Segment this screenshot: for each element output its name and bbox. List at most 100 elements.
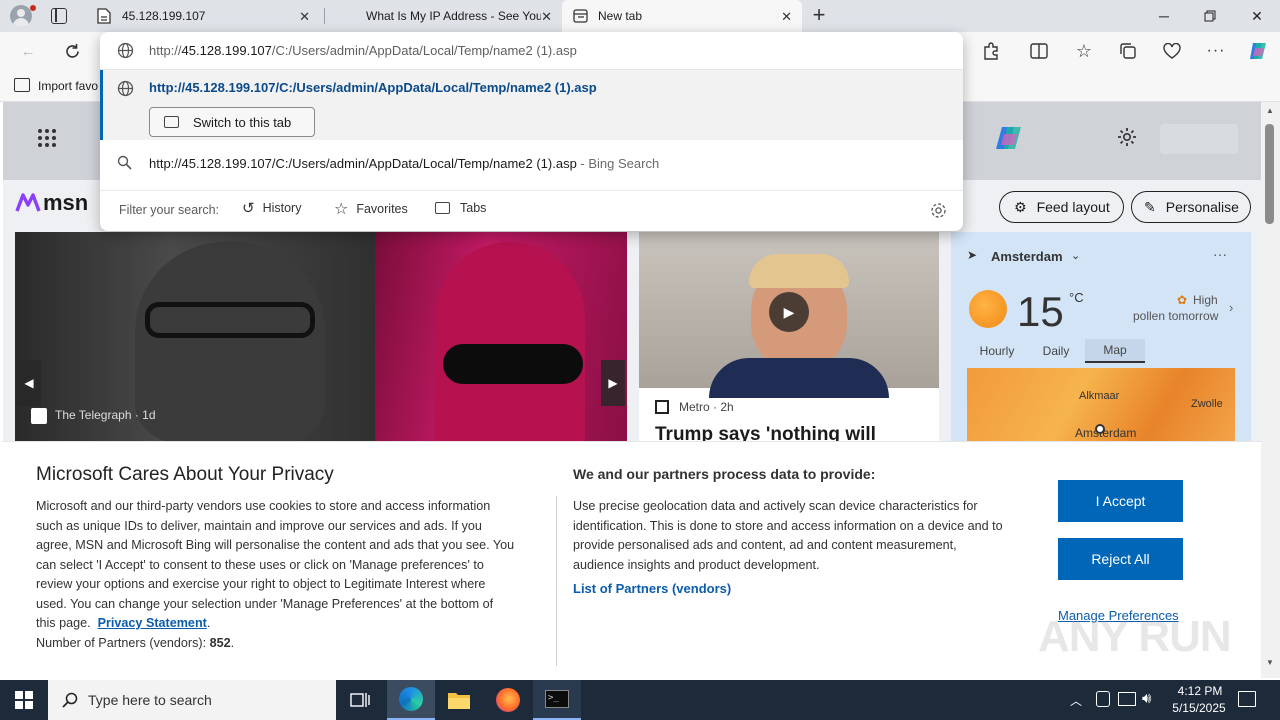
minimize-button[interactable]: ─ <box>1141 0 1187 32</box>
close-window-button[interactable]: ✕ <box>1234 0 1280 32</box>
extensions-icon[interactable] <box>980 40 1002 62</box>
taskbar-search-box[interactable]: Type here to search <box>48 680 336 720</box>
weather-card[interactable]: ➤ Amsterdam ⌄ ··· 15 °C ✿ High pollen to… <box>951 232 1251 442</box>
tab-3-active[interactable]: New tab ✕ <box>562 0 802 32</box>
processing-line: Use precise geolocation data and activel… <box>573 499 978 513</box>
tab-title: What Is My IP Address - See Your <box>366 9 541 23</box>
bing-search-row[interactable]: http://45.128.199.107/C:/Users/admin/App… <box>100 146 963 182</box>
filter-label: Filter your search: <box>119 203 220 217</box>
weather-tab-map[interactable]: Map <box>1085 339 1145 363</box>
start-button[interactable] <box>0 680 48 720</box>
import-favorites-link[interactable]: Import favo <box>38 79 98 93</box>
accept-button[interactable]: I Accept <box>1058 480 1183 522</box>
reject-all-button[interactable]: Reject All <box>1058 538 1183 580</box>
play-icon[interactable]: ▶ <box>769 292 809 332</box>
settings-gear-icon[interactable] <box>1116 126 1138 148</box>
pollen-icon: ✿ <box>1177 293 1188 307</box>
url-prefix: http:// <box>149 43 182 58</box>
clock-time[interactable]: 4:12 PM <box>1172 684 1228 698</box>
restore-button[interactable] <box>1187 0 1233 32</box>
copilot-page-icon[interactable] <box>993 122 1025 154</box>
split-screen-icon[interactable] <box>1028 40 1050 62</box>
filter-favorites[interactable]: ☆ Favorites <box>334 199 408 219</box>
weather-location[interactable]: Amsterdam <box>991 249 1063 264</box>
defender-icon[interactable] <box>1096 691 1110 707</box>
close-tab-icon[interactable]: ✕ <box>299 9 310 25</box>
weather-tab-hourly[interactable]: Hourly <box>967 339 1027 363</box>
browser-essentials-icon[interactable] <box>1161 40 1183 62</box>
sun-icon <box>969 290 1007 328</box>
weather-map[interactable]: Alkmaar Zwolle Amsterdam <box>967 368 1235 442</box>
file-explorer-icon[interactable] <box>435 680 483 720</box>
weather-tab-daily[interactable]: Daily <box>1027 339 1085 363</box>
firefox-icon[interactable] <box>484 680 532 720</box>
show-hidden-icons-chevron-icon[interactable]: ︿ <box>1070 692 1082 709</box>
map-label: Zwolle <box>1191 398 1223 410</box>
url-host: 45.128.199.107 <box>181 43 272 58</box>
feed-layout-button[interactable]: ⚙ Feed layout <box>999 191 1124 223</box>
personalise-button[interactable]: ✎ Personalise <box>1131 191 1251 223</box>
personalise-label: Personalise <box>1165 199 1239 215</box>
task-view-icon[interactable] <box>336 680 384 720</box>
chevron-down-icon[interactable]: ⌄ <box>1071 249 1080 262</box>
privacy-last-line: this page. Privacy Statement. <box>36 616 211 630</box>
news-card-video[interactable]: ▶ Metro · 2h Trump says 'nothing will <box>639 232 939 442</box>
apps-grid-icon[interactable] <box>37 128 57 148</box>
hero-hair-right <box>435 242 585 442</box>
carousel-prev-button[interactable]: ◀ <box>17 360 41 406</box>
collections-icon[interactable] <box>1117 40 1139 62</box>
source-name: Metro <box>679 400 710 414</box>
tab-1[interactable]: 45.128.199.107 ✕ <box>86 0 320 32</box>
scroll-up-arrow-icon[interactable]: ▲ <box>1266 106 1274 115</box>
search-engine-suffix: - Bing Search <box>576 156 660 171</box>
sign-in-button[interactable] <box>1160 124 1238 154</box>
favorites-star-icon[interactable]: ☆ <box>1073 40 1095 62</box>
close-tab-icon[interactable]: ✕ <box>541 9 552 25</box>
page-scrollbar[interactable]: ▲ ▼ <box>1261 102 1280 678</box>
terminal-icon[interactable]: >_ <box>533 680 581 720</box>
privacy-line: Microsoft and our third-party vendors us… <box>36 499 491 513</box>
privacy-line: used. You can change your selection unde… <box>36 596 494 611</box>
privacy-line: agree, MSN and Microsoft Bing will perso… <box>36 538 515 552</box>
partners-count-line: Number of Partners (vendors): 852. <box>36 635 235 650</box>
tab-2[interactable]: What Is My IP Address - See Your ✕ <box>330 0 562 32</box>
filter-tabs[interactable]: Tabs <box>435 201 486 215</box>
address-input[interactable]: http://45.128.199.107/C:/Users/admin/App… <box>100 32 963 70</box>
hero-face-left <box>135 242 325 442</box>
notification-center-icon[interactable] <box>1238 691 1256 707</box>
more-options-icon[interactable]: ··· <box>1213 246 1227 262</box>
suggestion-url-row[interactable]: http://45.128.199.107/C:/Users/admin/App… <box>100 70 963 140</box>
clock-date[interactable]: 5/15/2025 <box>1166 701 1232 715</box>
blank-icon <box>340 8 356 24</box>
processing-body: Use precise geolocation data and activel… <box>573 497 1043 575</box>
scroll-thumb[interactable] <box>1265 124 1274 224</box>
chevron-right-icon[interactable]: › <box>1229 300 1233 315</box>
switch-tab-button[interactable]: Switch to this tab <box>149 107 315 137</box>
copilot-icon[interactable] <box>1247 40 1269 62</box>
profile-avatar[interactable] <box>10 5 32 27</box>
search-query: http://45.128.199.107/C:/Users/admin/App… <box>149 156 577 171</box>
network-icon[interactable] <box>1118 692 1136 706</box>
glasses-shape <box>145 302 315 338</box>
tab-actions-icon[interactable] <box>51 8 67 24</box>
back-arrow-icon[interactable]: ← <box>17 40 39 62</box>
privacy-statement-link[interactable]: Privacy Statement <box>98 616 207 630</box>
more-menu-icon[interactable]: ··· <box>1205 40 1227 62</box>
search-settings-gear-icon[interactable] <box>930 202 947 224</box>
filter-history[interactable]: ↺ History <box>242 199 301 217</box>
privacy-line: can select 'I Accept' to consent to thes… <box>36 557 484 572</box>
pollen-level: High <box>1193 293 1218 307</box>
scroll-down-arrow-icon[interactable]: ▼ <box>1266 658 1274 667</box>
carousel-next-button[interactable]: ▶ <box>601 360 625 406</box>
refresh-icon[interactable] <box>61 40 83 62</box>
hero-news-card[interactable]: ◀ ▶ The Telegraph · 1d <box>15 232 627 442</box>
volume-icon[interactable]: 🔊︎ <box>1142 690 1151 707</box>
card-headline[interactable]: Trump says 'nothing will <box>655 424 876 442</box>
new-tab-button[interactable]: + <box>808 4 830 26</box>
close-tab-icon[interactable]: ✕ <box>781 9 792 25</box>
partners-list-link[interactable]: List of Partners (vendors) <box>573 581 731 596</box>
tab-divider <box>324 8 325 24</box>
pollen-text: pollen tomorrow <box>1133 309 1219 323</box>
edge-taskbar-icon[interactable] <box>387 680 435 720</box>
msn-logo[interactable]: msn <box>15 190 88 216</box>
